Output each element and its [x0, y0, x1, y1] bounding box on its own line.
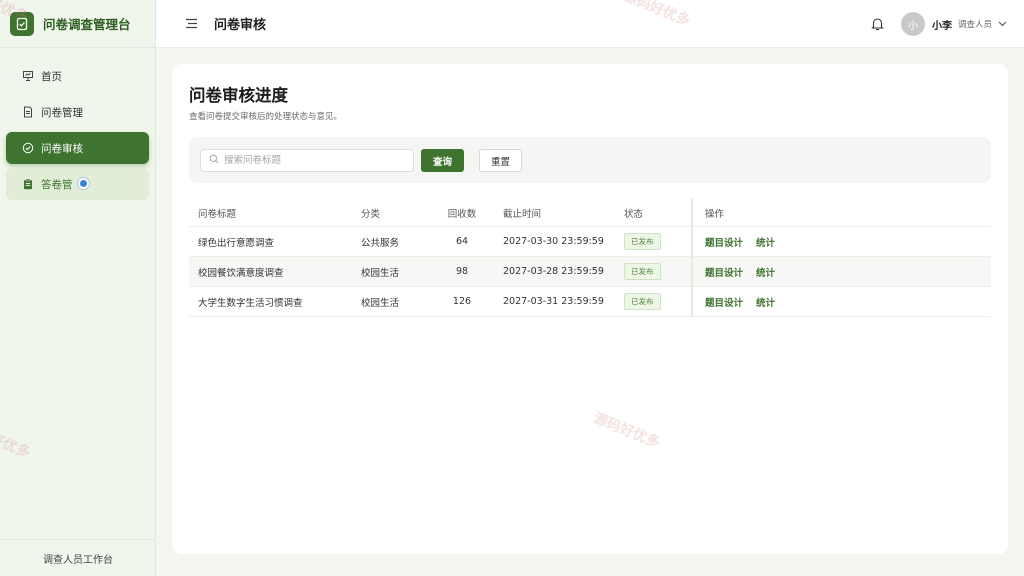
reset-button[interactable]: 重置: [479, 149, 522, 172]
cell-status: 已发布: [624, 227, 661, 256]
table-row: 大学生数字生活习惯调查 校园生活 126 2027-03-31 23:59:59…: [189, 287, 991, 317]
cell-status: 已发布: [624, 257, 661, 286]
status-badge: 已发布: [624, 263, 661, 280]
bell-icon[interactable]: [871, 17, 885, 31]
header-user-area: 小 小李 调查人员: [871, 0, 1008, 48]
column-header-operations: 操作: [691, 199, 991, 226]
top-header: 问卷审核 小 小李 调查人员: [156, 0, 1024, 48]
page-header-title: 问卷审核: [214, 18, 267, 33]
review-table: 问卷标题 分类 回收数 截止时间 状态 操作 绿色出行意愿调查 公共服务 64 …: [189, 199, 991, 317]
statistics-link[interactable]: 统计: [756, 295, 775, 309]
clipboard-icon: [22, 178, 34, 190]
cell-category: 校园生活: [361, 297, 400, 309]
table-row: 绿色出行意愿调查 公共服务 64 2027-03-30 23:59:59 已发布…: [189, 227, 991, 257]
cursor-indicator: [78, 178, 89, 189]
sidebar-item-label: 问卷管理: [41, 106, 83, 119]
column-header-title: 问卷标题: [198, 208, 237, 220]
table-header-row: 问卷标题 分类 回收数 截止时间 状态 操作: [189, 199, 991, 227]
cell-deadline: 2027-03-28 23:59:59: [503, 266, 604, 277]
query-button[interactable]: 查询: [421, 149, 464, 172]
statistics-link[interactable]: 统计: [756, 265, 775, 279]
page-subtitle: 查看问卷提交审核后的处理状态与意见。: [189, 112, 343, 122]
brand: 问卷调查管理台: [0, 0, 155, 48]
cell-category: 校园生活: [361, 267, 400, 279]
design-questions-link[interactable]: 题目设计: [705, 265, 743, 279]
sidebar-item-label: 答卷管: [41, 178, 73, 191]
cell-operations: 题目设计 统计: [691, 287, 991, 316]
sidebar-item-label: 问卷审核: [41, 142, 83, 155]
sidebar-footer: 调查人员工作台: [0, 539, 156, 576]
status-badge: 已发布: [624, 233, 661, 250]
presentation-icon: [22, 70, 34, 82]
cell-operations: 题目设计 统计: [691, 227, 991, 256]
page-title: 问卷审核进度: [189, 86, 288, 105]
search-icon: [209, 154, 219, 167]
cell-count: 126: [452, 296, 472, 307]
cell-category: 公共服务: [361, 237, 400, 249]
cell-status: 已发布: [624, 287, 661, 316]
search-input[interactable]: [224, 155, 404, 166]
sidebar-item-review[interactable]: 问卷审核: [6, 132, 149, 164]
cell-title: 校园餐饮满意度调查: [198, 267, 284, 279]
design-questions-link[interactable]: 题目设计: [705, 295, 743, 309]
design-questions-link[interactable]: 题目设计: [705, 235, 743, 249]
check-circle-icon: [22, 142, 34, 154]
sidebar-item-answers[interactable]: 答卷管: [6, 168, 149, 200]
cell-count: 64: [455, 236, 469, 247]
status-badge: 已发布: [624, 293, 661, 310]
cell-operations: 题目设计 统计: [691, 257, 991, 286]
sidebar-item-label: 首页: [41, 70, 62, 83]
filter-bar: 查询 重置: [189, 137, 991, 183]
chevron-down-icon[interactable]: [998, 19, 1008, 29]
cell-deadline: 2027-03-30 23:59:59: [503, 236, 604, 247]
avatar[interactable]: 小: [900, 12, 925, 36]
cell-deadline: 2027-03-31 23:59:59: [503, 296, 604, 307]
cell-title: 绿色出行意愿调查: [198, 237, 275, 249]
menu-icon[interactable]: [184, 17, 198, 31]
user-name[interactable]: 小李: [932, 17, 952, 32]
column-header-count: 回收数: [447, 208, 477, 220]
document-icon: [22, 106, 34, 118]
sidebar: 问卷调查管理台 首页 问卷管理 问卷审核 答卷管 调查人员工作台: [0, 0, 156, 576]
main-card: 问卷审核进度 查看问卷提交审核后的处理状态与意见。 查询 重置 问卷标题 分类 …: [172, 64, 1008, 554]
brand-title: 问卷调查管理台: [43, 17, 131, 32]
cell-count: 98: [455, 266, 469, 277]
table-row: 校园餐饮满意度调查 校园生活 98 2027-03-28 23:59:59 已发…: [189, 257, 991, 287]
sidebar-item-questionnaire[interactable]: 问卷管理: [6, 96, 149, 128]
cell-title: 大学生数字生活习惯调查: [198, 297, 303, 309]
statistics-link[interactable]: 统计: [756, 235, 775, 249]
column-header-status: 状态: [624, 208, 644, 220]
sidebar-item-home[interactable]: 首页: [6, 60, 149, 92]
user-role: 调查人员: [957, 20, 992, 30]
search-box[interactable]: [200, 149, 414, 172]
column-header-deadline: 截止时间: [503, 208, 542, 220]
brand-logo-icon: [10, 11, 34, 36]
sidebar-nav: 首页 问卷管理 问卷审核 答卷管: [0, 48, 155, 200]
column-header-category: 分类: [361, 208, 381, 220]
